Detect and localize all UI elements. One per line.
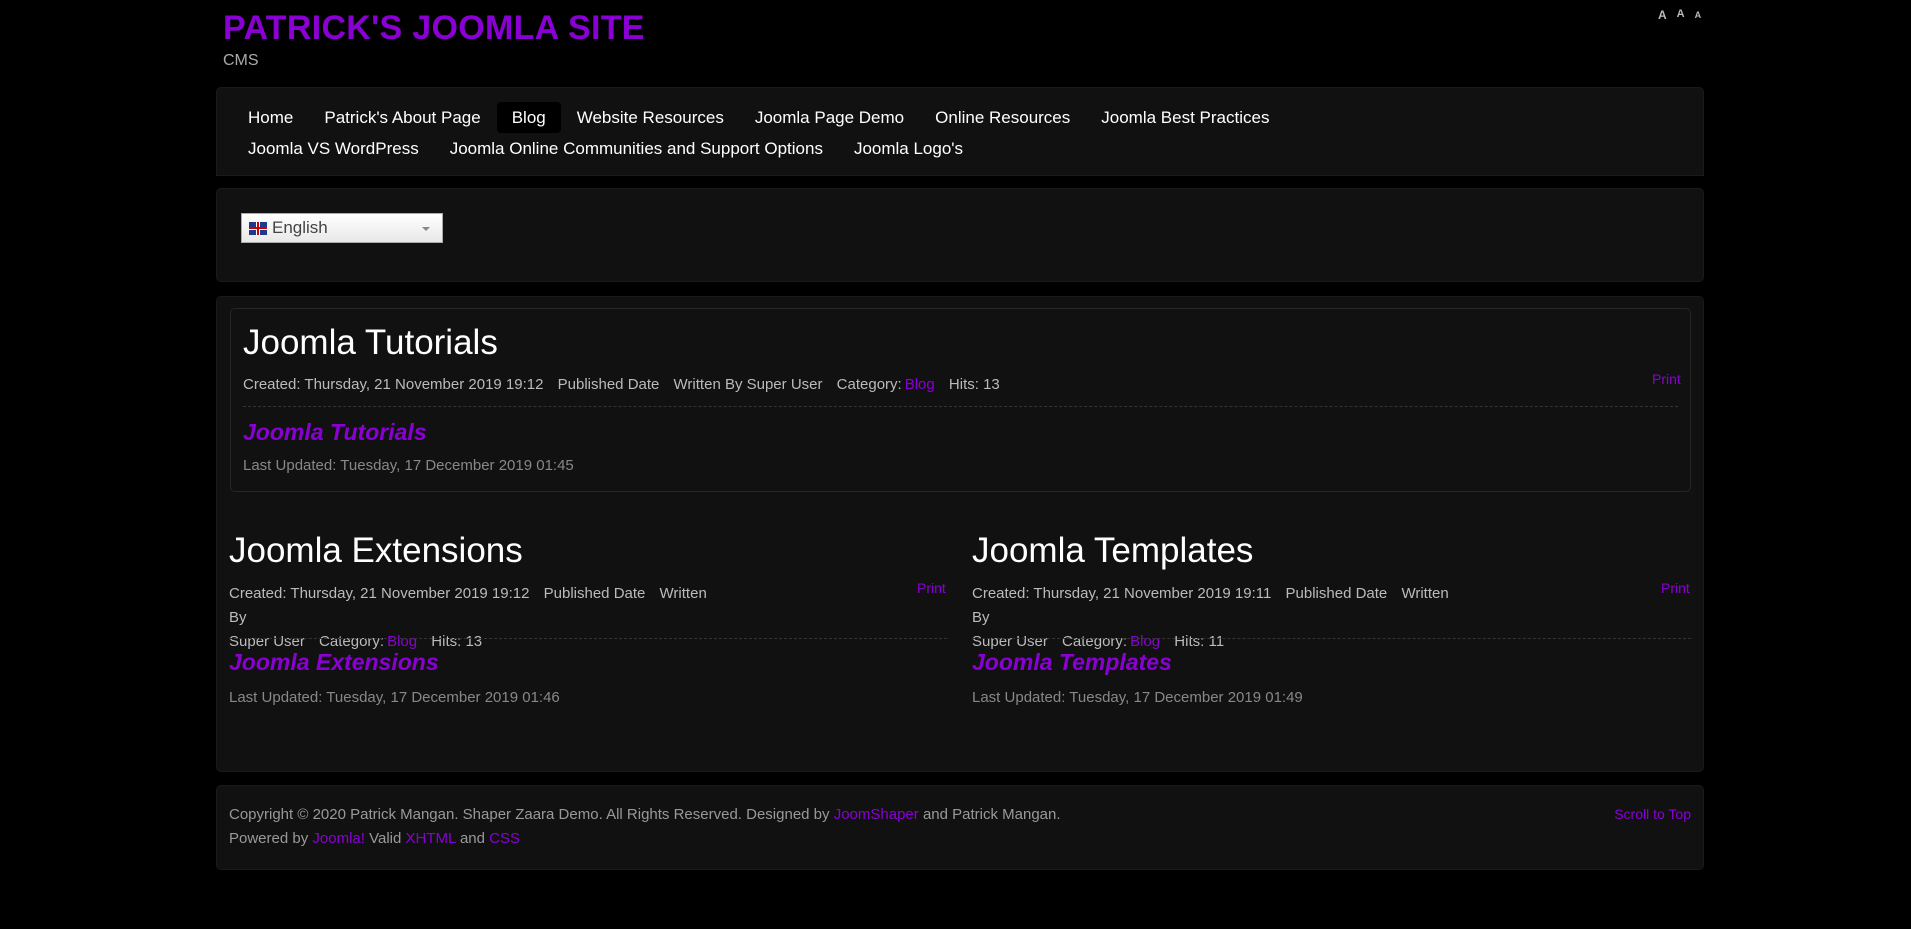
article-link[interactable]: Joomla Extensions: [229, 649, 439, 676]
nav-item-about[interactable]: Patrick's About Page: [309, 102, 495, 133]
main-menu: Home Patrick's About Page Blog Website R…: [216, 87, 1704, 176]
print-button[interactable]: Print: [917, 580, 946, 596]
scroll-to-top-link[interactable]: Scroll to Top: [1614, 806, 1691, 822]
nav-item-logos[interactable]: Joomla Logo's: [839, 133, 978, 164]
nav-item-home[interactable]: Home: [233, 102, 308, 133]
divider: [229, 638, 947, 639]
article-title: Joomla Tutorials: [243, 323, 498, 362]
category-link[interactable]: Blog: [1130, 633, 1160, 650]
menu-items: Home Patrick's About Page Blog Website R…: [233, 102, 1473, 164]
blog-content: Joomla Tutorials Created: Thursday, 21 N…: [216, 296, 1704, 772]
xhtml-link[interactable]: XHTML: [406, 830, 456, 847]
css-link[interactable]: CSS: [489, 830, 520, 847]
site-title[interactable]: PATRICK'S JOOMLA SITE: [223, 9, 645, 48]
article-title: Joomla Extensions: [229, 531, 523, 570]
powered-by-text: Powered by Joomla! Valid XHTML and CSS: [229, 830, 521, 847]
nav-item-joomla-vs-wordpress[interactable]: Joomla VS WordPress: [233, 133, 434, 164]
nav-item-website-resources[interactable]: Website Resources: [562, 102, 739, 133]
article-title: Joomla Templates: [972, 531, 1254, 570]
category-link[interactable]: Blog: [387, 633, 417, 650]
uk-flag-icon: [249, 221, 267, 235]
chevron-down-icon: [422, 227, 430, 231]
article-meta: Created: Thursday, 21 November 2019 19:1…: [243, 376, 1000, 393]
nav-item-blog[interactable]: Blog: [496, 102, 561, 133]
category-link[interactable]: Blog: [905, 376, 935, 393]
print-button[interactable]: Print: [1652, 371, 1681, 387]
font-reset-button[interactable]: A: [1677, 8, 1685, 22]
copyright-text: Copyright © 2020 Patrick Mangan. Shaper …: [229, 806, 1061, 823]
footer: Copyright © 2020 Patrick Mangan. Shaper …: [216, 785, 1704, 870]
article-link[interactable]: Joomla Templates: [972, 649, 1172, 676]
nav-item-best-practices[interactable]: Joomla Best Practices: [1086, 102, 1284, 133]
joomshaper-link[interactable]: JoomShaper: [834, 806, 919, 823]
nav-item-communities[interactable]: Joomla Online Communities and Support Op…: [435, 133, 838, 164]
print-button[interactable]: Print: [1661, 580, 1690, 596]
divider: [243, 406, 1678, 407]
font-increase-button[interactable]: A: [1658, 8, 1667, 22]
article-meta: Created: Thursday, 21 November 2019 19:1…: [972, 585, 1449, 650]
nav-item-online-resources[interactable]: Online Resources: [920, 102, 1085, 133]
language-select[interactable]: English: [241, 213, 443, 243]
language-selected: English: [272, 218, 328, 237]
last-updated: Last Updated: Tuesday, 17 December 2019 …: [243, 457, 574, 474]
joomla-link[interactable]: Joomla!: [312, 830, 365, 847]
divider: [972, 638, 1691, 639]
nav-item-joomla-page-demo[interactable]: Joomla Page Demo: [740, 102, 919, 133]
article-meta: Created: Thursday, 21 November 2019 19:1…: [229, 585, 707, 650]
last-updated: Last Updated: Tuesday, 17 December 2019 …: [972, 689, 1303, 706]
font-resizer: A A A: [1658, 8, 1701, 22]
site-tagline: CMS: [223, 52, 259, 69]
article-link[interactable]: Joomla Tutorials: [243, 419, 427, 446]
font-decrease-button[interactable]: A: [1695, 8, 1702, 22]
last-updated: Last Updated: Tuesday, 17 December 2019 …: [229, 689, 560, 706]
language-panel: English: [216, 188, 1704, 282]
article-featured: Joomla Tutorials Created: Thursday, 21 N…: [230, 308, 1691, 492]
